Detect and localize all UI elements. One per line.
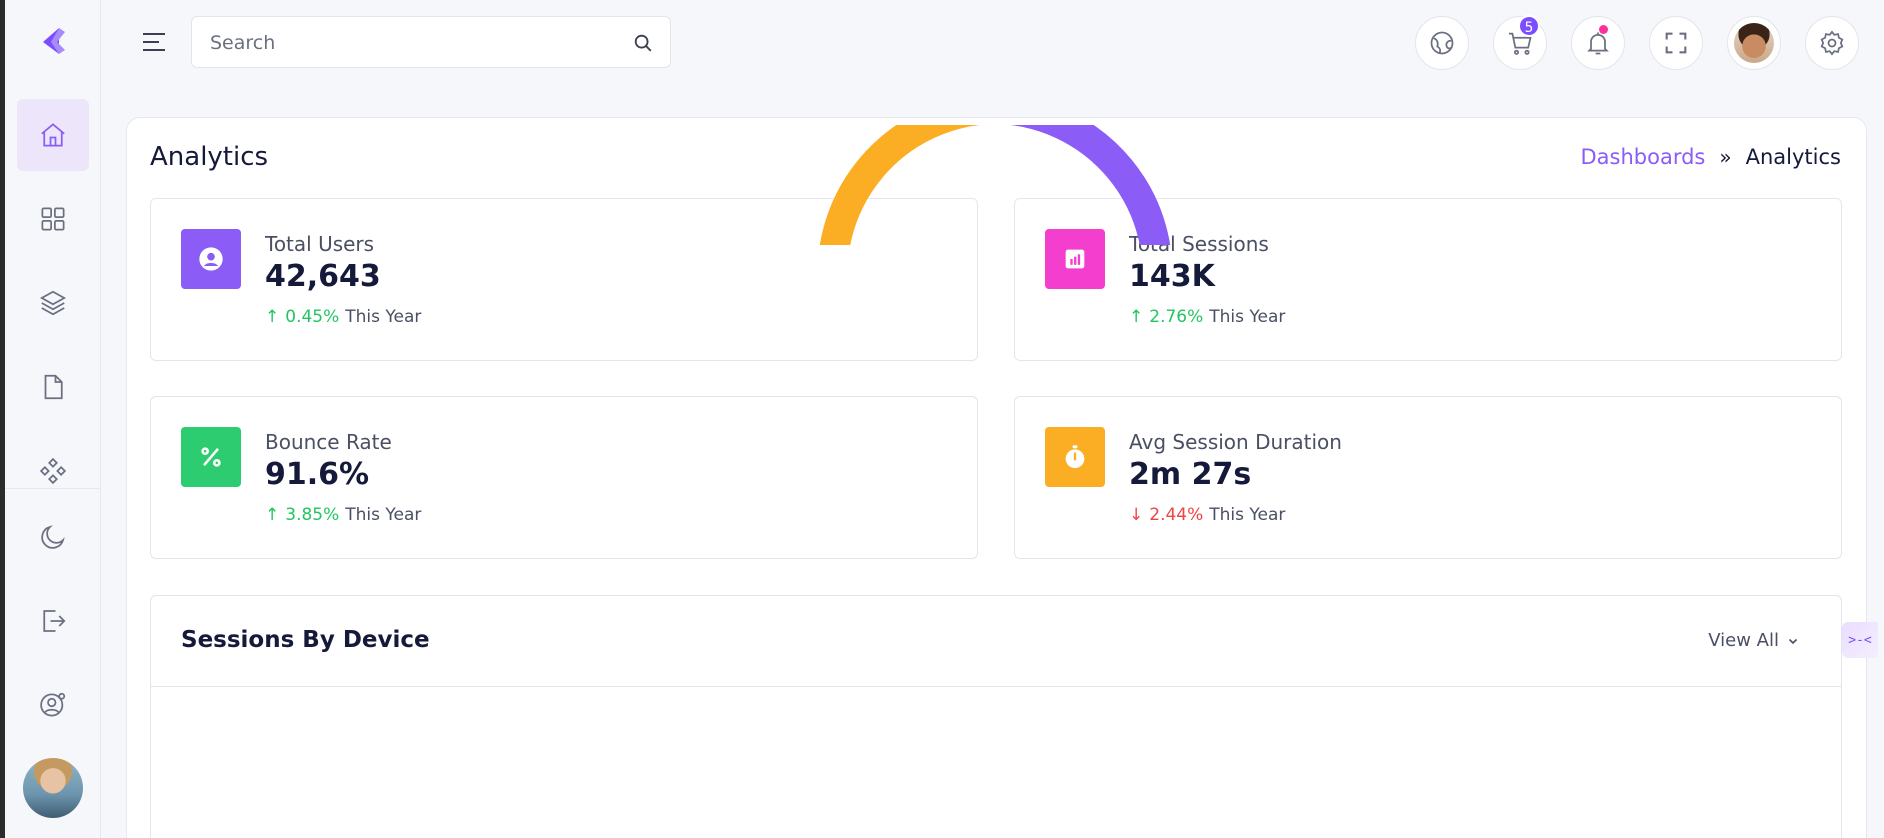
fullscreen-icon [1665,32,1687,54]
moon-icon [41,525,65,549]
donut-segment-orange[interactable] [819,125,996,245]
view-all-dropdown[interactable]: View All [1708,630,1799,651]
logo-icon[interactable] [35,24,71,60]
arrow-up-icon: ↑ [265,505,280,525]
grid-icon [41,207,65,231]
sidebar-item-layers[interactable] [17,267,89,339]
sidebar-item-theme[interactable] [17,501,89,573]
sidebar-item-account[interactable] [17,669,89,741]
profile-button[interactable] [1727,16,1781,70]
notification-dot [1599,25,1608,34]
stat-label: Total Users [265,232,375,256]
home-icon [41,123,65,147]
breadcrumb-link-dashboards[interactable]: Dashboards [1581,145,1706,169]
bell-icon [1587,32,1609,55]
sidebar [5,0,101,838]
diamond-grid-icon [39,457,67,485]
stat-change-percent: 3.85% [285,505,340,525]
language-button[interactable] [1415,16,1469,70]
stat-change-period: This Year [345,505,422,525]
stat-icon-box [1045,427,1105,487]
user-settings-icon [40,692,66,717]
avatar[interactable] [23,758,83,818]
avatar [1734,23,1774,63]
stat-change-period: This Year [345,307,422,327]
card-title: Sessions By Device [181,627,430,653]
stopwatch-icon [1065,445,1085,469]
arrow-up-icon: ↑ [1129,307,1144,327]
view-all-label: View All [1708,630,1779,651]
sessions-donut-chart [819,125,1171,245]
stat-change-period: This Year [1209,505,1286,525]
sidebar-item-components[interactable] [17,435,89,507]
search-input[interactable] [210,29,610,57]
sidebar-item-home[interactable] [17,99,89,171]
stat-change-period: This Year [1209,307,1286,327]
customizer-toggle-button[interactable]: >-< [1842,622,1878,658]
stat-change: ↓ 2.44% This Year [1129,505,1285,525]
search-box[interactable] [191,16,671,68]
search-icon[interactable] [632,32,654,54]
stat-value: 2m 27s [1129,457,1252,492]
stat-value: 42,643 [265,259,381,294]
stat-change: ↑ 0.45% This Year [265,307,421,327]
layers-icon [39,290,67,316]
fullscreen-button[interactable] [1649,16,1703,70]
stat-change-percent: 0.45% [285,307,340,327]
stat-card-avg-session-duration: Avg Session Duration 2m 27s ↓ 2.44% This… [1014,396,1842,559]
stat-card-bounce-rate: Bounce Rate 91.6% ↑ 3.85% This Year [150,396,978,559]
stat-change-percent: 2.44% [1149,505,1204,525]
file-icon [44,374,63,400]
sidebar-item-logout[interactable] [17,585,89,657]
arrow-up-icon: ↑ [265,307,280,327]
stat-label: Avg Session Duration [1129,430,1342,454]
percent-icon [201,447,221,467]
sidebar-divider [5,488,101,489]
notifications-button[interactable] [1571,16,1625,70]
logout-icon [43,610,66,632]
stat-icon-box [181,229,241,289]
chart-bar-icon [1065,249,1085,269]
settings-button[interactable] [1805,16,1859,70]
cart-button[interactable]: 5 [1493,15,1547,70]
page-title: Analytics [150,142,269,172]
user-circle-icon [199,247,223,271]
breadcrumb-current: Analytics [1745,145,1841,169]
stat-value: 143K [1129,259,1215,294]
cart-count-badge: 5 [1518,15,1540,37]
donut-segment-purple[interactable] [996,125,1171,245]
stat-change: ↑ 3.85% This Year [265,505,421,525]
stat-change: ↑ 2.76% This Year [1129,307,1285,327]
stat-value: 91.6% [265,457,370,492]
stat-change-percent: 2.76% [1149,307,1204,327]
sidebar-item-apps[interactable] [17,183,89,255]
code-icon: >-< [1848,632,1872,648]
sidebar-item-pages[interactable] [17,351,89,423]
sessions-by-device-card: Sessions By Device View All [150,595,1842,838]
gear-icon [1820,30,1844,56]
menu-toggle-icon[interactable] [140,28,168,56]
stat-label: Bounce Rate [265,430,392,454]
stat-icon-box [181,427,241,487]
globe-icon [1430,31,1454,55]
arrow-down-icon: ↓ [1129,505,1144,525]
breadcrumb: Dashboards » Analytics [1581,145,1842,169]
card-header: Sessions By Device View All [151,596,1841,687]
breadcrumb-separator: » [1719,145,1732,169]
chevron-down-icon [1788,638,1798,644]
